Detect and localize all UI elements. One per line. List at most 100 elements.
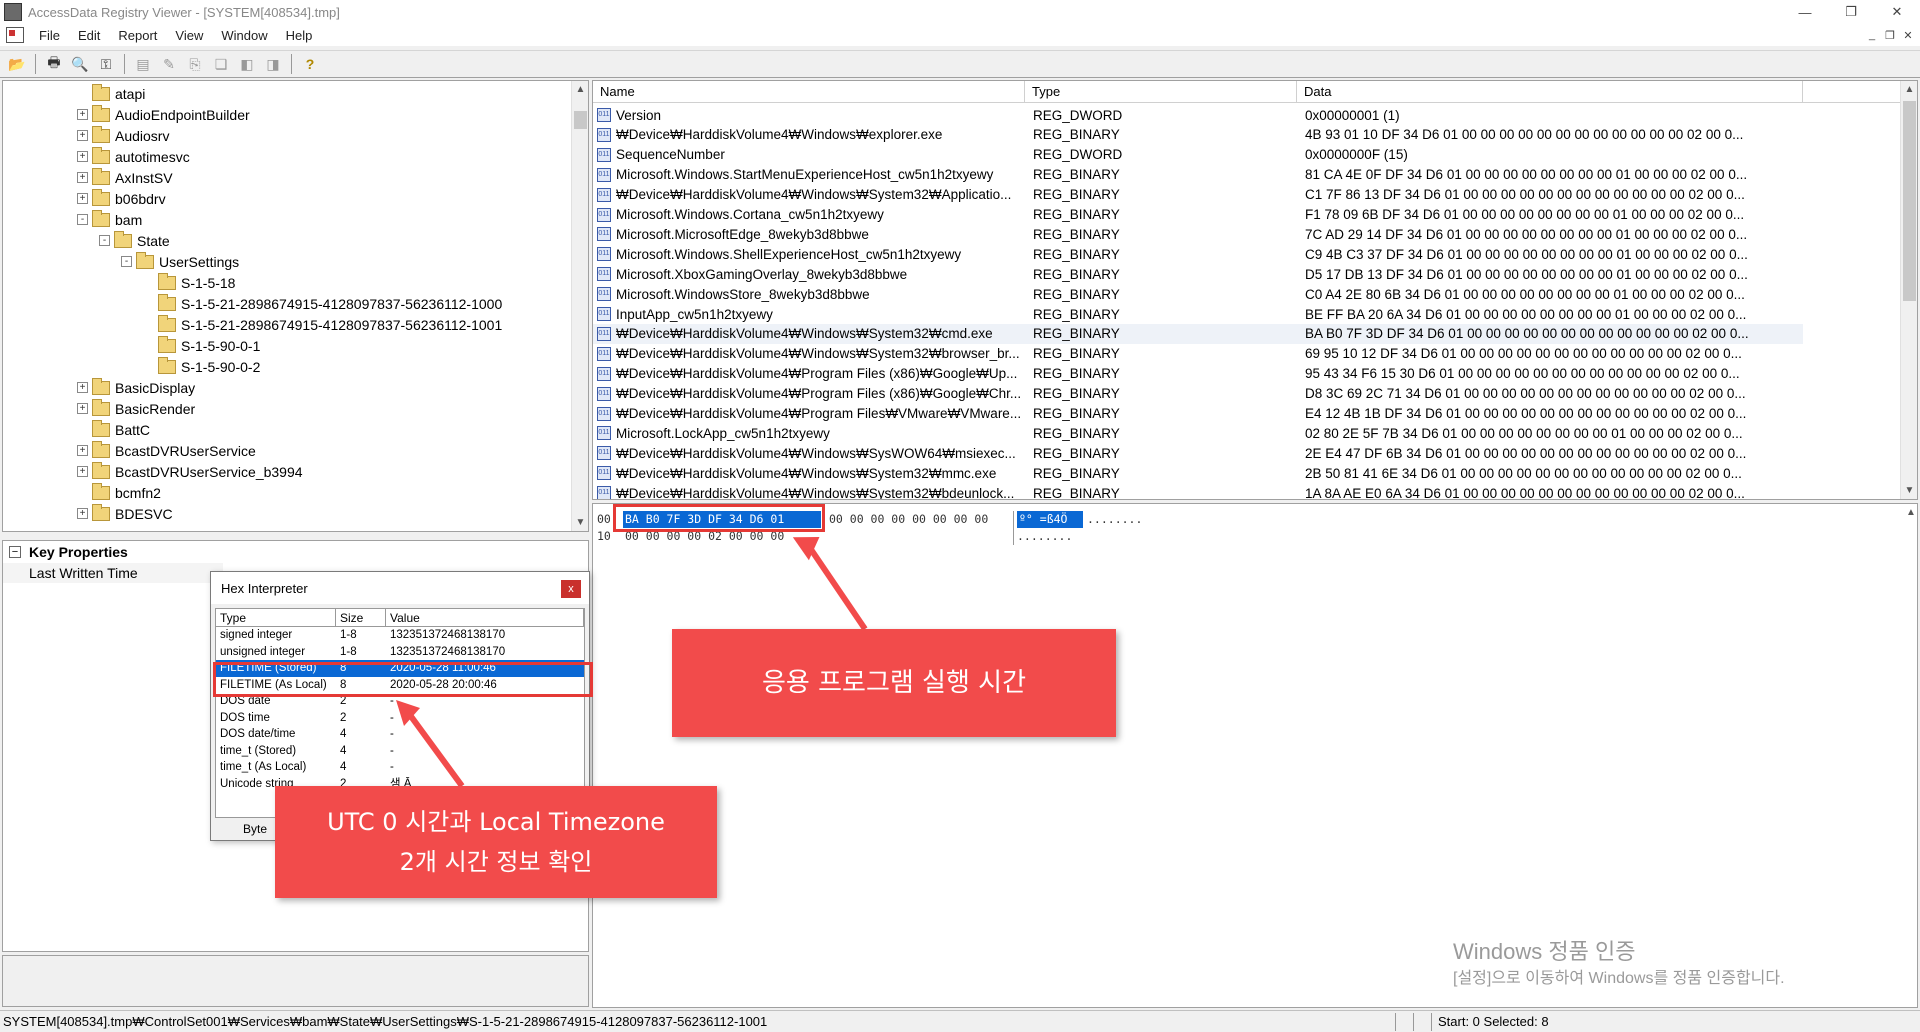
list-row[interactable]: 011 InputApp_cw5n1h2txyewy REG_BINARY BE FF…	[593, 304, 1803, 324]
list-row[interactable]: 011 SequenceNumber REG_DWORD 0x0000000F (15…	[593, 145, 1803, 165]
tree-item[interactable]: S-1-5-18	[143, 272, 235, 293]
tree-item[interactable]: bcmfn2	[77, 482, 161, 503]
copy-icon[interactable]: ❏	[210, 53, 232, 75]
list-scrollbar[interactable]: ▲ ▼	[1900, 81, 1917, 499]
list-row[interactable]: 011 Microsoft.Windows.ShellExperienceHost…	[593, 244, 1803, 264]
scroll-up-arrow[interactable]: ▲	[572, 81, 588, 98]
menu-window[interactable]: Window	[212, 28, 276, 43]
expand-icon[interactable]: +	[77, 508, 88, 519]
expand-icon[interactable]: +	[77, 445, 88, 456]
tree-scrollbar[interactable]: ▲ ▼	[571, 81, 588, 531]
tree-item[interactable]: + AudioEndpointBuilder	[77, 104, 250, 125]
close-button[interactable]: ✕	[1874, 0, 1920, 24]
interpreter-row[interactable]: time_t (As Local) 4 -	[216, 759, 584, 776]
document-icon[interactable]	[6, 27, 24, 43]
help-icon[interactable]: ?	[299, 53, 321, 75]
ascii-text[interactable]: ........	[1017, 528, 1072, 545]
list-row[interactable]: 011 ₩Device₩HarddiskVolume4₩Windows₩Syste…	[593, 185, 1803, 205]
menu-help[interactable]: Help	[277, 28, 322, 43]
tree-item[interactable]: S-1-5-21-2898674915-4128097837-56236112-…	[143, 314, 502, 335]
menu-edit[interactable]: Edit	[69, 28, 109, 43]
expand-icon[interactable]: +	[77, 193, 88, 204]
expand-icon[interactable]: +	[77, 151, 88, 162]
scroll-up-arrow[interactable]: ▲	[1905, 504, 1917, 521]
tree-item[interactable]: + BasicRender	[77, 398, 195, 419]
report-icon[interactable]: ▤	[132, 53, 154, 75]
tree-item[interactable]: S-1-5-21-2898674915-4128097837-56236112-…	[143, 293, 502, 314]
scroll-down-arrow[interactable]: ▼	[1901, 482, 1917, 499]
ascii-text[interactable]: ........	[1087, 511, 1142, 528]
list-row[interactable]: 011 Microsoft.Windows.StartMenuExperience…	[593, 165, 1803, 185]
tree-item[interactable]: + AxInstSV	[77, 167, 173, 188]
tree-item[interactable]: + BDESVC	[77, 503, 173, 524]
tree-item[interactable]: - UserSettings	[121, 251, 239, 272]
list-row[interactable]: 011 ₩Device₩HarddiskVolume4₩Windows₩Syste…	[593, 344, 1803, 364]
interpreter-row[interactable]: DOS time 2 -	[216, 710, 584, 727]
list-row[interactable]: 011 Microsoft.XboxGamingOverlay_8wekyb3d8…	[593, 264, 1803, 284]
list-row[interactable]: 011 ₩Device₩HarddiskVolume4₩Windows₩SysWO…	[593, 443, 1803, 463]
byte-order-button[interactable]: Byte	[215, 822, 267, 840]
export-icon[interactable]: ⎘	[184, 53, 206, 75]
menu-file[interactable]: File	[30, 28, 69, 43]
expand-icon[interactable]: +	[77, 466, 88, 477]
open-icon[interactable]: 📂	[6, 53, 28, 75]
mdi-restore-button[interactable]: ❐	[1882, 27, 1898, 43]
tree-item[interactable]: atapi	[77, 83, 145, 104]
restore-button[interactable]: ❐	[1828, 0, 1874, 24]
hex-scrollbar[interactable]: ▲	[1905, 504, 1917, 1007]
dialog-close-button[interactable]: x	[561, 580, 581, 598]
edit-icon[interactable]: ✎	[158, 53, 180, 75]
tree-item[interactable]: - bam	[77, 209, 142, 230]
scroll-up-arrow[interactable]: ▲	[1901, 81, 1917, 98]
tree-item[interactable]: + BcastDVRUserService_b3994	[77, 461, 303, 482]
list-row[interactable]: 011 Version REG_DWORD 0x00000001 (1)	[593, 105, 1803, 125]
expand-icon[interactable]: +	[77, 403, 88, 414]
tree-item[interactable]: BattC	[77, 419, 150, 440]
column-value[interactable]: Value	[386, 609, 584, 626]
ascii-selected[interactable]: º° =ß4Ö	[1017, 511, 1083, 528]
list-row[interactable]: 011 Microsoft.LockApp_cw5n1h2txyewy REG_BI…	[593, 423, 1803, 443]
list-row[interactable]: 011 ₩Device₩HarddiskVolume4₩Windows₩explo…	[593, 125, 1803, 145]
collapse-icon[interactable]: −	[9, 546, 21, 558]
nav-forward-icon[interactable]: ◨	[262, 53, 284, 75]
tree-item[interactable]: + Audiosrv	[77, 125, 169, 146]
hex-bytes[interactable]: 00 00 00 00 00 00 00 00	[829, 511, 988, 528]
interpreter-row[interactable]: time_t (Stored) 4 -	[216, 743, 584, 760]
menu-view[interactable]: View	[166, 28, 212, 43]
hex-view[interactable]: 00 BA B0 7F 3D DF 34 D6 01 00 00 00 00 0…	[592, 503, 1918, 1008]
list-row[interactable]: 011 ₩Device₩HarddiskVolume4₩Program Files…	[593, 364, 1803, 384]
tree-item[interactable]: - State	[99, 230, 170, 251]
mdi-minimize-button[interactable]: _	[1864, 27, 1880, 43]
expand-icon[interactable]: +	[77, 130, 88, 141]
registry-tree[interactable]: atapi + AudioEndpointBuilder + Audiosrv + auto…	[2, 80, 589, 532]
column-type[interactable]: Type	[216, 609, 336, 626]
scroll-thumb[interactable]	[1903, 101, 1916, 301]
column-data[interactable]: Data	[1297, 81, 1803, 102]
expand-icon[interactable]: +	[77, 172, 88, 183]
list-row[interactable]: 011 Microsoft.Windows.Cortana_cw5n1h2txye…	[593, 205, 1803, 225]
minimize-button[interactable]: —	[1782, 0, 1828, 24]
expand-icon[interactable]: +	[77, 109, 88, 120]
tree-item[interactable]: + b06bdrv	[77, 188, 166, 209]
interpreter-row[interactable]: DOS date/time 4 -	[216, 726, 584, 743]
list-row[interactable]: 011 ₩Device₩HarddiskVolume4₩Program Files…	[593, 404, 1803, 424]
interpreter-row[interactable]: unsigned integer 1-8 132351372468138170	[216, 644, 584, 661]
list-row[interactable]: 011 ₩Device₩HarddiskVolume4₩Windows₩Syste…	[593, 323, 1803, 344]
tree-item[interactable]: S-1-5-90-0-1	[143, 335, 260, 356]
collapse-icon[interactable]: -	[77, 214, 88, 225]
key-properties-header[interactable]: − Key Properties	[3, 541, 588, 563]
column-size[interactable]: Size	[336, 609, 386, 626]
print-icon[interactable]: 🖶	[43, 53, 65, 75]
mdi-close-button[interactable]: ✕	[1900, 27, 1916, 43]
list-row[interactable]: 011 Microsoft.WindowsStore_8wekyb3d8bbwe R…	[593, 284, 1803, 304]
find-icon[interactable]: 🔍	[69, 53, 91, 75]
menu-report[interactable]: Report	[109, 28, 166, 43]
nav-back-icon[interactable]: ◧	[236, 53, 258, 75]
values-list[interactable]: Name Type Data 011 Version REG_DWORD 0x0000…	[592, 80, 1918, 500]
collapse-icon[interactable]: -	[121, 256, 132, 267]
key-icon[interactable]: ⚿	[95, 53, 117, 75]
column-name[interactable]: Name	[593, 81, 1025, 102]
tree-item[interactable]: + BcastDVRUserService	[77, 440, 256, 461]
interpreter-row[interactable]: signed integer 1-8 132351372468138170	[216, 627, 584, 644]
scroll-thumb[interactable]	[574, 111, 587, 129]
